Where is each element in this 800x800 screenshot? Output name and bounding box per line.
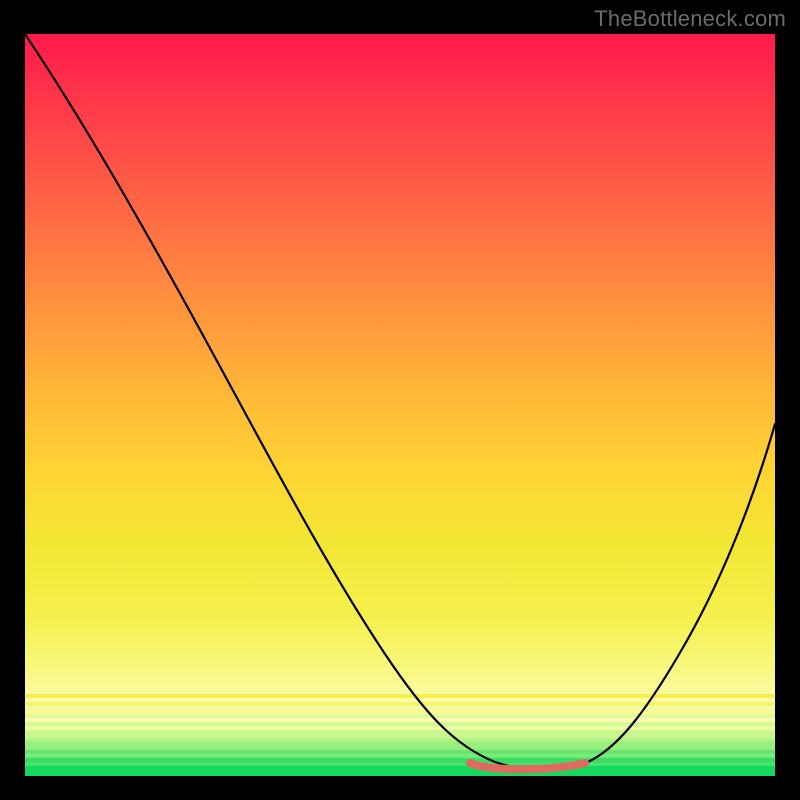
chart-svg [25, 34, 775, 776]
primary-curve [25, 34, 775, 770]
plot-area [25, 34, 775, 776]
chart-frame: TheBottleneck.com [0, 0, 800, 800]
site-wordmark: TheBottleneck.com [594, 6, 786, 32]
marker-arc [470, 763, 585, 769]
